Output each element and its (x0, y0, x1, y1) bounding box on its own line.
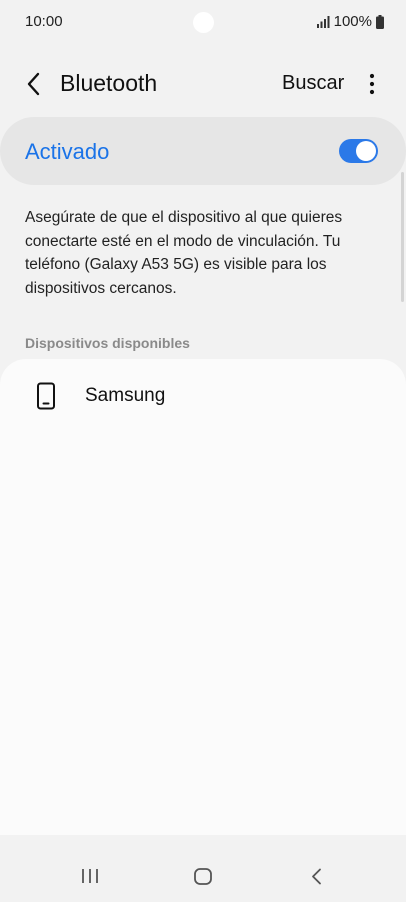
master-switch-label: Activado (25, 139, 110, 164)
nav-back-icon[interactable] (310, 868, 324, 885)
phone-icon (37, 382, 55, 410)
back-arrow-icon[interactable] (22, 70, 46, 98)
battery-icon (376, 14, 384, 29)
app-bar: Bluetooth Buscar (0, 58, 406, 110)
available-devices-header: Dispositivos disponibles (25, 335, 190, 351)
status-bar: 10:00 100% (0, 0, 406, 44)
scrollbar[interactable] (401, 172, 404, 302)
recents-icon[interactable] (80, 868, 100, 884)
status-time: 10:00 (25, 13, 63, 30)
bluetooth-toggle[interactable] (339, 139, 378, 163)
home-icon[interactable] (194, 868, 212, 885)
page-title: Bluetooth (60, 70, 158, 96)
available-devices-list: Samsung (0, 359, 406, 835)
search-button[interactable]: Buscar (282, 72, 344, 95)
signal-icon (316, 15, 330, 28)
device-name: Samsung (85, 385, 166, 406)
status-indicators: 100% (316, 13, 384, 30)
navigation-bar (0, 835, 406, 902)
device-item-samsung[interactable]: Samsung (0, 371, 406, 423)
toggle-knob (356, 141, 376, 161)
more-options-icon[interactable] (360, 70, 384, 98)
front-camera (193, 12, 214, 33)
battery-percentage: 100% (333, 13, 372, 30)
visibility-info-text: Asegúrate de que el dispositivo al que q… (25, 209, 343, 297)
bluetooth-master-switch[interactable]: Activado (0, 117, 406, 185)
